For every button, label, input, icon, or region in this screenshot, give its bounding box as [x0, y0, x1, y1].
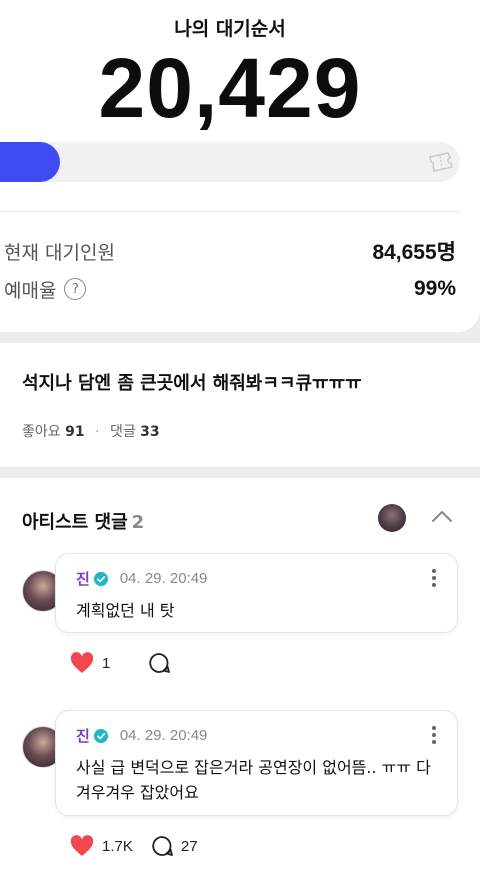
comment-header: 진 04. 29. 20:49: [76, 568, 207, 589]
ticket-icon: [429, 152, 453, 172]
meta-separator: ·: [95, 424, 100, 440]
verified-icon: [93, 571, 108, 586]
queue-progress-bar: [0, 142, 460, 182]
comment-author[interactable]: 진: [76, 568, 90, 589]
comments-count: 33: [140, 424, 160, 440]
verified-icon: [93, 728, 108, 743]
comment-actions: 1.7K 27: [70, 835, 198, 857]
reply-icon[interactable]: [151, 835, 173, 857]
comment-timestamp: 04. 29. 20:49: [119, 570, 208, 587]
more-icon[interactable]: [431, 725, 437, 745]
artist-comments-section: 아티스트 댓글 2 진 04. 29. 20:49 계획없던 내 탓 1 진 0…: [0, 478, 480, 875]
heart-icon[interactable]: [70, 835, 94, 857]
comment-text: 사실 급 변덕으로 잡은거라 공연장이 없어뜸.. ㅠㅠ 다 겨우겨우 잡았어요: [76, 758, 431, 802]
current-waiting-value: 84,655명: [372, 241, 456, 264]
ticket-rate-label-wrap: 예매율 ?: [4, 276, 87, 303]
comment-header: 진 04. 29. 20:49: [76, 725, 207, 746]
current-waiting-label: 현재 대기인원: [4, 241, 115, 264]
reply-count: 27: [180, 837, 198, 855]
heart-icon[interactable]: [70, 652, 94, 674]
comments-label: 댓글: [109, 424, 136, 440]
current-waiting-row: 현재 대기인원 84,655명: [4, 236, 456, 266]
likes-count: 91: [65, 424, 85, 440]
post-meta: 좋아요 91 · 댓글 33: [22, 421, 160, 441]
comment-text: 계획없던 내 탓: [76, 601, 175, 620]
like-count: 1.7K: [102, 837, 133, 855]
ticket-rate-row: 예매율 ? 99%: [4, 274, 456, 304]
queue-card: 나의 대기순서 20,429 현재 대기인원 84,655명 예매율 ? 99%: [0, 0, 480, 332]
like-count: 1: [102, 654, 111, 672]
queue-number: 20,429: [98, 41, 362, 135]
artist-comments-header: 아티스트 댓글 2: [22, 508, 144, 534]
divider: [0, 211, 460, 212]
comment-bubble: 진 04. 29. 20:49 사실 급 변덕으로 잡은거라 공연장이 없어뜸.…: [55, 710, 458, 816]
post-card[interactable]: 석지나 담엔 좀 큰곳에서 해줘봐ㅋㅋ큐ㅠㅠㅠ 좋아요 91 · 댓글 33: [0, 343, 480, 467]
comment-actions: 1: [70, 652, 178, 674]
queue-progress-fill: [0, 142, 60, 182]
comment-author[interactable]: 진: [76, 725, 90, 746]
ticket-rate-label: 예매율: [4, 279, 57, 302]
reply-icon[interactable]: [148, 652, 171, 674]
comment-timestamp: 04. 29. 20:49: [119, 727, 208, 744]
ticket-rate-value: 99%: [413, 277, 456, 300]
queue-title: 나의 대기순서: [174, 18, 286, 40]
avatar[interactable]: [378, 504, 406, 532]
comment-bubble: 진 04. 29. 20:49 계획없던 내 탓: [55, 553, 458, 633]
post-text: 석지나 담엔 좀 큰곳에서 해줘봐ㅋㅋ큐ㅠㅠㅠ: [22, 373, 362, 394]
help-icon[interactable]: ?: [64, 278, 87, 300]
artist-comments-title: 아티스트 댓글: [22, 512, 128, 533]
likes-label: 좋아요: [22, 424, 61, 440]
more-icon[interactable]: [431, 568, 437, 588]
chevron-up-icon[interactable]: [430, 508, 454, 524]
artist-comments-count: 2: [131, 512, 145, 533]
